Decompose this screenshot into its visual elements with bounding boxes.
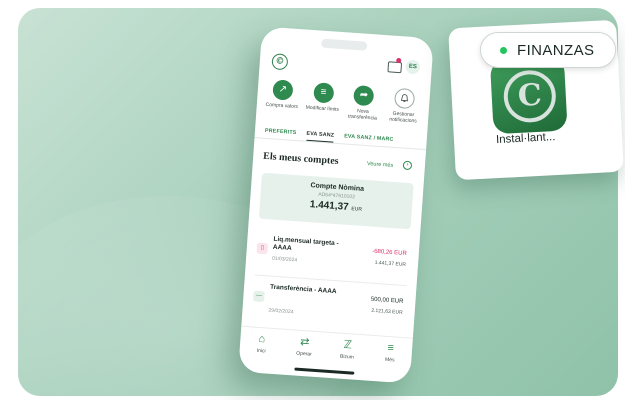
account-card[interactable]: Compte Nòmina AD54*47610102 1.441,37 EUR [258,172,414,230]
bottom-nav: ⌂ Inici ⇄ Operar ℤ Bizum ≡ Més [238,325,413,373]
quick-actions: ↗ Compra valors ≡ Modificar límits ➦ Nov… [262,79,424,125]
status-badge: FINANZAS [480,32,616,68]
transaction-date: 01/03/2024 [271,255,298,264]
bank-logo-icon: © [271,53,289,71]
nav-label: Operar [296,350,312,358]
install-status: Instal·lant... [495,131,556,147]
mail-icon[interactable] [387,61,403,74]
card-icon: ▯ [256,242,269,255]
swap-icon: ⇄ [299,335,310,349]
phone-mockup: © ES ↗ Compra valors ≡ Modificar límits … [238,26,434,384]
action-nova-transferencia[interactable]: ➦ Nova transferència [343,84,383,122]
phone-notch [320,38,368,51]
menu-icon: ≡ [387,341,395,355]
nav-bizum[interactable]: ℤ Bizum [331,333,363,369]
see-more-link[interactable]: Veure més [367,161,394,169]
status-dot-icon [500,47,507,54]
tab-preferits[interactable]: PREFERITS [265,125,297,140]
home-icon: ⌂ [258,332,266,346]
bank-logo-icon: C [502,68,558,124]
transaction-row[interactable]: ▯ Liq.mensual targeta - AAAA 01/03/2024 … [255,233,409,282]
action-label: Nova transferència [347,108,378,122]
app-icon[interactable]: C [489,56,568,135]
nav-label: Més [384,356,395,364]
transaction-balance: 1.441,37 EUR [374,259,407,269]
tab-eva-sanz-marc[interactable]: EVA SANZ / MARC [344,130,394,146]
section-title: Els meus comptes [262,150,339,168]
nav-label: Bizum [339,353,355,361]
bell-icon [393,87,416,110]
action-label: Compra valors [265,101,299,111]
nav-mes[interactable]: ≡ Més [374,336,406,372]
action-label: Modificar límits [305,104,340,113]
transaction-amount: 500,00 EUR [370,296,404,305]
transaction-title: Transferència - AAAA [269,283,337,296]
transaction-amount: -680,26 EUR [371,248,407,258]
avatar[interactable]: ES [405,59,421,75]
transaction-balance: 2.121,63 EUR [371,307,403,316]
badge-label: FINANZAS [517,42,595,59]
transfer-icon: — [253,290,265,303]
share-arrow-icon: ➦ [353,85,375,107]
nav-operar[interactable]: ⇄ Operar [288,330,320,366]
tab-eva-sanz[interactable]: EVA SANZ [305,127,335,143]
action-compra-valors[interactable]: ↗ Compra valors [262,79,302,117]
trend-up-icon: ↗ [272,79,294,101]
account-currency: EUR [351,206,363,213]
action-modificar-limits[interactable]: ≡ Modificar límits [303,82,343,120]
chevron-right-icon[interactable]: › [402,160,413,171]
action-gestionar-notificacions[interactable]: Gestionar notificacions [384,87,424,125]
nav-label: Inici [256,347,266,355]
transaction-date: 29/02/2024 [268,307,294,316]
account-tabs: PREFERITS EVA SANZ EVA SANZ / MARC [254,124,428,151]
transaction-row[interactable]: — Transferència - AAAA 29/02/2024 500,00… [252,281,406,330]
home-indicator [294,367,355,375]
transaction-title: Liq.mensual targeta - AAAA [272,235,339,253]
action-label: Gestionar notificacions [389,110,417,125]
nav-inici[interactable]: ⌂ Inici [245,327,277,363]
bizum-icon: ℤ [343,338,353,352]
sliders-icon: ≡ [312,82,335,104]
